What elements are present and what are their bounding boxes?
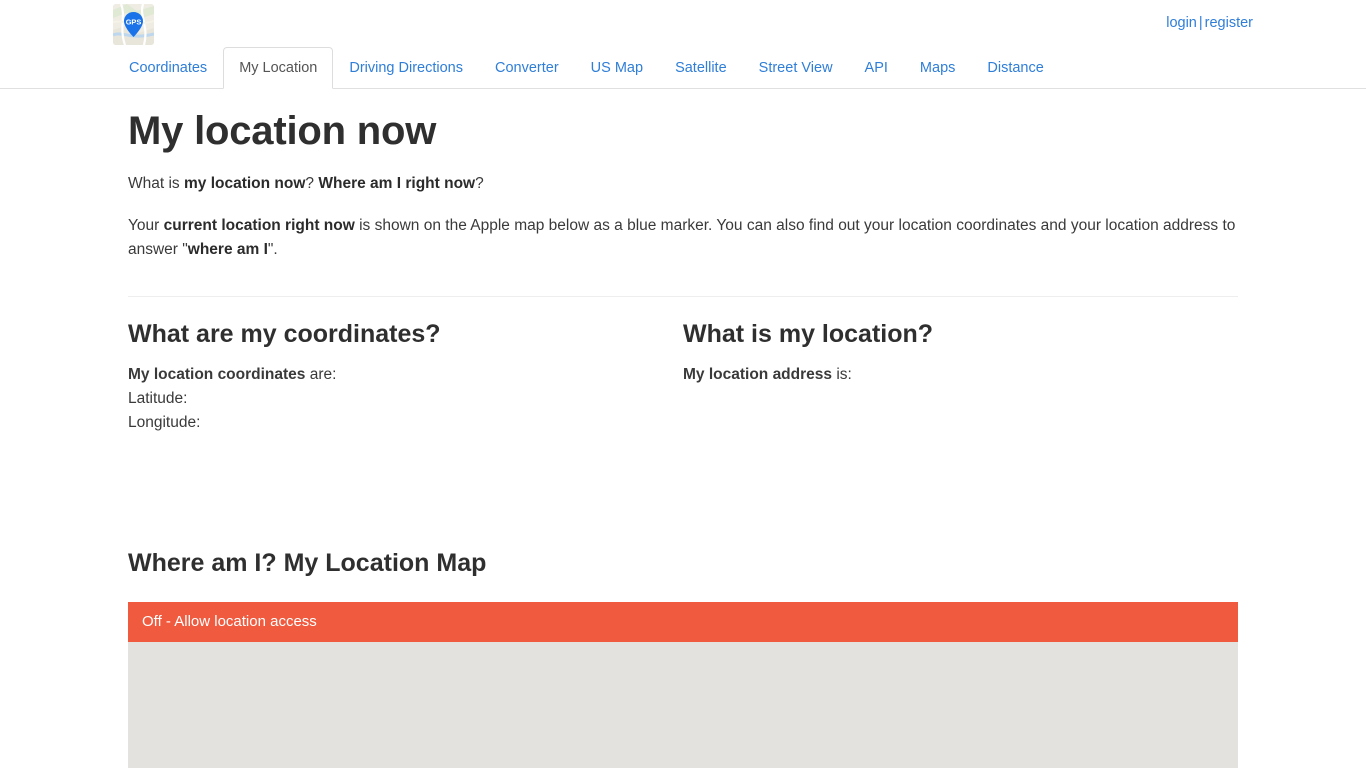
site-logo[interactable]: GPS xyxy=(113,4,154,45)
nav-link-street-view[interactable]: Street View xyxy=(743,47,849,89)
intro2-text-3: ". xyxy=(267,241,278,258)
nav-link-my-location[interactable]: My Location xyxy=(223,47,334,89)
gps-map-pin-icon: GPS xyxy=(113,4,154,45)
map-section-heading: Where am I? My Location Map xyxy=(128,548,487,577)
site-header: GPS login | register Coordinates My Locati… xyxy=(0,0,1366,89)
nav-tab-coordinates[interactable]: Coordinates xyxy=(113,47,223,88)
coordinates-lead-rest: are: xyxy=(305,365,337,383)
nav-link-coordinates[interactable]: Coordinates xyxy=(113,47,223,89)
section-divider xyxy=(128,295,1238,297)
nav-link-api[interactable]: API xyxy=(849,47,904,89)
auth-separator: | xyxy=(1198,15,1203,31)
nav-tab-us-map[interactable]: US Map xyxy=(575,47,659,88)
nav-tab-street-view[interactable]: Street View xyxy=(743,47,849,88)
location-lead-rest: is: xyxy=(832,365,852,383)
nav-tab-my-location[interactable]: My Location xyxy=(223,47,334,89)
latitude-row: Latitude: xyxy=(128,387,668,411)
nav-tab-driving-directions[interactable]: Driving Directions xyxy=(333,47,479,88)
intro-paragraph-1: What is my location now? Where am I righ… xyxy=(128,172,1238,197)
nav-tab-satellite[interactable]: Satellite xyxy=(659,47,743,88)
nav-link-converter[interactable]: Converter xyxy=(479,47,575,89)
coordinates-column: What are my coordinates? My location coo… xyxy=(128,319,683,435)
longitude-label: Longitude: xyxy=(128,413,201,431)
location-lead-bold: My location address xyxy=(683,365,833,383)
nav-link-maps[interactable]: Maps xyxy=(904,47,971,89)
location-access-status-bar[interactable]: Off - Allow location access xyxy=(128,601,1238,642)
intro-paragraph-2: Your current location right now is shown… xyxy=(128,214,1238,263)
info-columns-row: What are my coordinates? My location coo… xyxy=(128,319,1238,435)
auth-links: login | register xyxy=(1166,14,1253,33)
nav-tab-converter[interactable]: Converter xyxy=(479,47,575,88)
intro1-bold-1: my location now xyxy=(183,175,306,192)
page-title: My location now xyxy=(128,109,437,153)
intro2-bold-2: where am I xyxy=(187,241,268,258)
coordinates-body: My location coordinates are: Latitude: L… xyxy=(128,363,668,435)
nav-tab-api[interactable]: API xyxy=(849,47,904,88)
intro1-bold-2: Where am I right now xyxy=(318,175,476,192)
map-canvas[interactable] xyxy=(128,641,1238,768)
main-content: My location now What is my location now?… xyxy=(113,107,1253,768)
location-body: My location address is: xyxy=(683,363,1223,387)
longitude-row: Longitude: xyxy=(128,411,668,435)
intro1-text-3: ? xyxy=(475,175,484,192)
nav-link-distance[interactable]: Distance xyxy=(971,47,1059,89)
map-inner: Off - Allow location access xyxy=(113,601,1253,768)
login-link[interactable]: login xyxy=(1166,15,1197,31)
location-column: What is my location? My location address… xyxy=(683,319,1238,435)
intro2-bold-1: current location right now xyxy=(163,216,355,234)
intro1-text-2: ? xyxy=(305,175,319,192)
coordinates-heading: What are my coordinates? xyxy=(128,319,441,348)
intro1-text-1: What is xyxy=(128,175,184,192)
location-heading: What is my location? xyxy=(683,319,934,348)
coordinates-lead-bold: My location coordinates xyxy=(128,365,306,383)
nav-tab-maps[interactable]: Maps xyxy=(904,47,971,88)
map-section: Off - Allow location access xyxy=(113,601,1253,768)
nav-link-driving-directions[interactable]: Driving Directions xyxy=(333,47,479,89)
nav-link-us-map[interactable]: US Map xyxy=(575,47,659,89)
primary-nav-tabs: Coordinates My Location Driving Directio… xyxy=(113,44,1253,89)
location-access-status-text: Off - Allow location access xyxy=(142,612,317,630)
svg-text:GPS: GPS xyxy=(126,17,142,26)
intro2-text-1: Your xyxy=(128,216,164,234)
nav-tab-distance[interactable]: Distance xyxy=(971,47,1059,88)
nav-link-satellite[interactable]: Satellite xyxy=(659,47,743,89)
register-link[interactable]: register xyxy=(1205,15,1253,31)
layout-spacer xyxy=(128,435,1238,548)
latitude-label: Latitude: xyxy=(128,389,188,407)
